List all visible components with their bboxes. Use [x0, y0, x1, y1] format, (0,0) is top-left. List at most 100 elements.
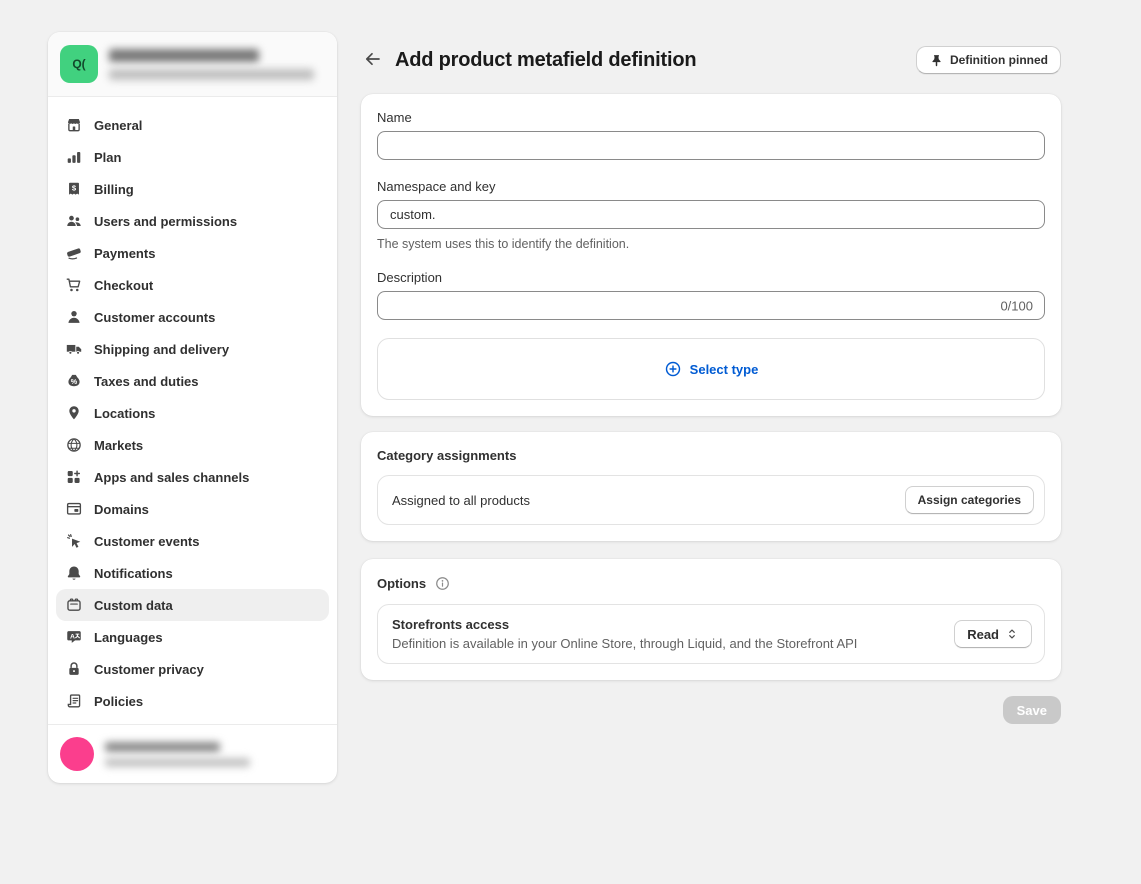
- cursor-click-icon: [64, 531, 84, 551]
- access-value: Read: [967, 627, 999, 642]
- sidebar-item-taxes-and-duties[interactable]: % Taxes and duties: [56, 365, 329, 397]
- namespace-input[interactable]: [377, 200, 1045, 229]
- save-button[interactable]: Save: [1003, 696, 1061, 724]
- sidebar-item-label: Shipping and delivery: [94, 342, 229, 357]
- custom-data-icon: [64, 595, 84, 615]
- user-avatar: [60, 737, 94, 771]
- namespace-field-group: Namespace and key The system uses this t…: [377, 179, 1045, 251]
- cart-icon: [64, 275, 84, 295]
- languages-icon: A: [64, 627, 84, 647]
- bell-icon: [64, 563, 84, 583]
- person-icon: [64, 307, 84, 327]
- users-icon: [64, 211, 84, 231]
- description-label: Description: [377, 270, 1045, 285]
- sidebar-item-general[interactable]: General: [56, 109, 329, 141]
- store-icon: [64, 115, 84, 135]
- namespace-help-text: The system uses this to identify the def…: [377, 237, 1045, 251]
- name-input[interactable]: [377, 131, 1045, 160]
- assign-categories-button[interactable]: Assign categories: [905, 486, 1034, 514]
- sidebar-item-label: Users and permissions: [94, 214, 237, 229]
- assignment-status-text: Assigned to all products: [392, 493, 530, 508]
- sidebar-item-label: Plan: [94, 150, 121, 165]
- sidebar-item-shipping-and-delivery[interactable]: Shipping and delivery: [56, 333, 329, 365]
- sidebar-item-label: Customer accounts: [94, 310, 215, 325]
- storefront-access-select[interactable]: Read: [954, 620, 1032, 648]
- store-avatar: Q(: [60, 45, 98, 83]
- options-heading: Options: [377, 576, 426, 591]
- sidebar-item-notifications[interactable]: Notifications: [56, 557, 329, 589]
- sidebar-item-domains[interactable]: Domains: [56, 493, 329, 525]
- user-identity-redacted: [105, 742, 250, 767]
- name-label: Name: [377, 110, 1045, 125]
- apps-grid-icon: [64, 467, 84, 487]
- svg-text:$: $: [72, 184, 77, 193]
- description-field-group: Description 0/100: [377, 270, 1045, 320]
- plus-circle-icon: [664, 360, 682, 378]
- sidebar-item-label: Custom data: [94, 598, 173, 613]
- sidebar-item-apps-and-sales-channels[interactable]: Apps and sales channels: [56, 461, 329, 493]
- sidebar-item-users-and-permissions[interactable]: Users and permissions: [56, 205, 329, 237]
- up-down-caret-icon: [1005, 627, 1019, 641]
- sidebar-item-markets[interactable]: Markets: [56, 429, 329, 461]
- store-identity-redacted: [109, 49, 314, 80]
- info-icon[interactable]: [434, 575, 451, 592]
- sidebar-item-label: Customer events: [94, 534, 199, 549]
- sidebar-item-payments[interactable]: Payments: [56, 237, 329, 269]
- sidebar-item-label: Taxes and duties: [94, 374, 199, 389]
- settings-page: Q( General Plan $ Billing Users and perm…: [0, 0, 1141, 783]
- svg-text:A: A: [70, 633, 75, 640]
- sidebar-item-checkout[interactable]: Checkout: [56, 269, 329, 301]
- sidebar-item-label: Notifications: [94, 566, 173, 581]
- select-type-button[interactable]: Select type: [377, 338, 1045, 400]
- sidebar-item-label: General: [94, 118, 142, 133]
- page-title: Add product metafield definition: [395, 49, 696, 72]
- pin-icon: [929, 53, 944, 68]
- sidebar-item-label: Checkout: [94, 278, 153, 293]
- location-pin-icon: [64, 403, 84, 423]
- sidebar-item-policies[interactable]: Policies: [56, 685, 329, 717]
- sidebar-item-label: Billing: [94, 182, 134, 197]
- sidebar-item-custom-data[interactable]: Custom data: [56, 589, 329, 621]
- sidebar-item-label: Markets: [94, 438, 143, 453]
- settings-sidebar: Q( General Plan $ Billing Users and perm…: [48, 32, 337, 783]
- globe-icon: [64, 435, 84, 455]
- svg-text:%: %: [71, 377, 78, 386]
- store-header: Q(: [48, 32, 337, 97]
- plan-icon: [64, 147, 84, 167]
- sidebar-item-languages[interactable]: A Languages: [56, 621, 329, 653]
- sidebar-item-label: Payments: [94, 246, 155, 261]
- page-header: Add product metafield definition Definit…: [361, 44, 1061, 76]
- user-footer: [48, 724, 337, 783]
- taxes-icon: %: [64, 371, 84, 391]
- payments-icon: [64, 243, 84, 263]
- store-name-redacted: [109, 49, 259, 62]
- category-assignments-card: Category assignments Assigned to all pro…: [361, 432, 1061, 541]
- namespace-label: Namespace and key: [377, 179, 1045, 194]
- select-type-label: Select type: [690, 362, 759, 377]
- truck-icon: [64, 339, 84, 359]
- sidebar-item-label: Policies: [94, 694, 143, 709]
- sidebar-item-plan[interactable]: Plan: [56, 141, 329, 173]
- name-field-group: Name: [377, 110, 1045, 160]
- back-button[interactable]: [361, 48, 385, 72]
- assign-categories-label: Assign categories: [918, 493, 1021, 507]
- options-card: Options Storefronts access Definition is…: [361, 559, 1061, 680]
- sidebar-item-locations[interactable]: Locations: [56, 397, 329, 429]
- billing-icon: $: [64, 179, 84, 199]
- back-arrow-icon: [363, 49, 383, 72]
- sidebar-item-billing[interactable]: $ Billing: [56, 173, 329, 205]
- category-assignments-heading: Category assignments: [377, 448, 1045, 463]
- sidebar-item-label: Domains: [94, 502, 149, 517]
- user-email-redacted: [105, 758, 250, 767]
- sidebar-item-customer-accounts[interactable]: Customer accounts: [56, 301, 329, 333]
- category-assignment-row: Assigned to all products Assign categori…: [377, 475, 1045, 525]
- description-input[interactable]: [377, 291, 1045, 320]
- sidebar-item-label: Apps and sales channels: [94, 470, 249, 485]
- settings-nav: General Plan $ Billing Users and permiss…: [48, 97, 337, 723]
- sidebar-item-customer-privacy[interactable]: Customer privacy: [56, 653, 329, 685]
- definition-pinned-button[interactable]: Definition pinned: [916, 46, 1061, 74]
- storefronts-access-row: Storefronts access Definition is availab…: [377, 604, 1045, 664]
- sidebar-item-label: Languages: [94, 630, 163, 645]
- sidebar-item-customer-events[interactable]: Customer events: [56, 525, 329, 557]
- sidebar-item-label: Locations: [94, 406, 155, 421]
